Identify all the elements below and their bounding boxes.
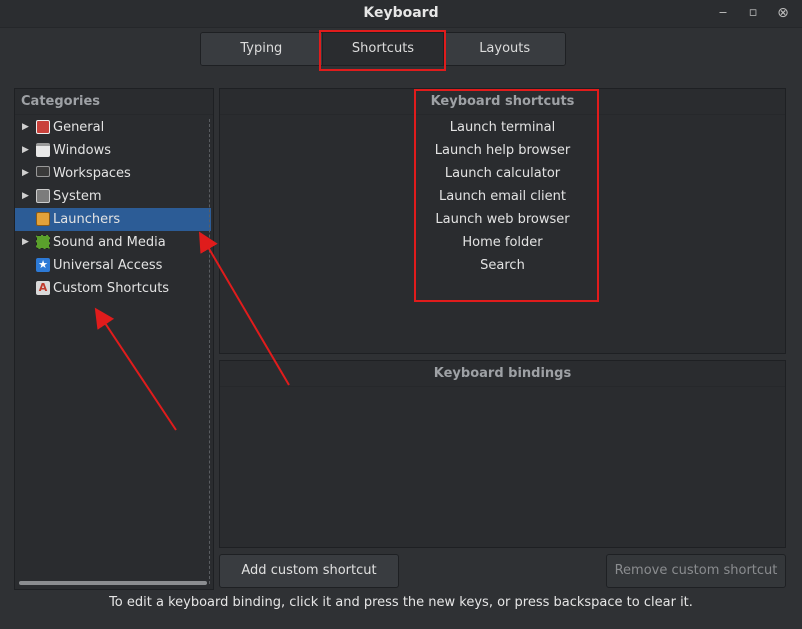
annotation-arrow-custom-shortcuts: [94, 307, 177, 431]
annotation-arrow-launchers: [198, 231, 290, 386]
annotation-arrows: [94, 231, 290, 431]
